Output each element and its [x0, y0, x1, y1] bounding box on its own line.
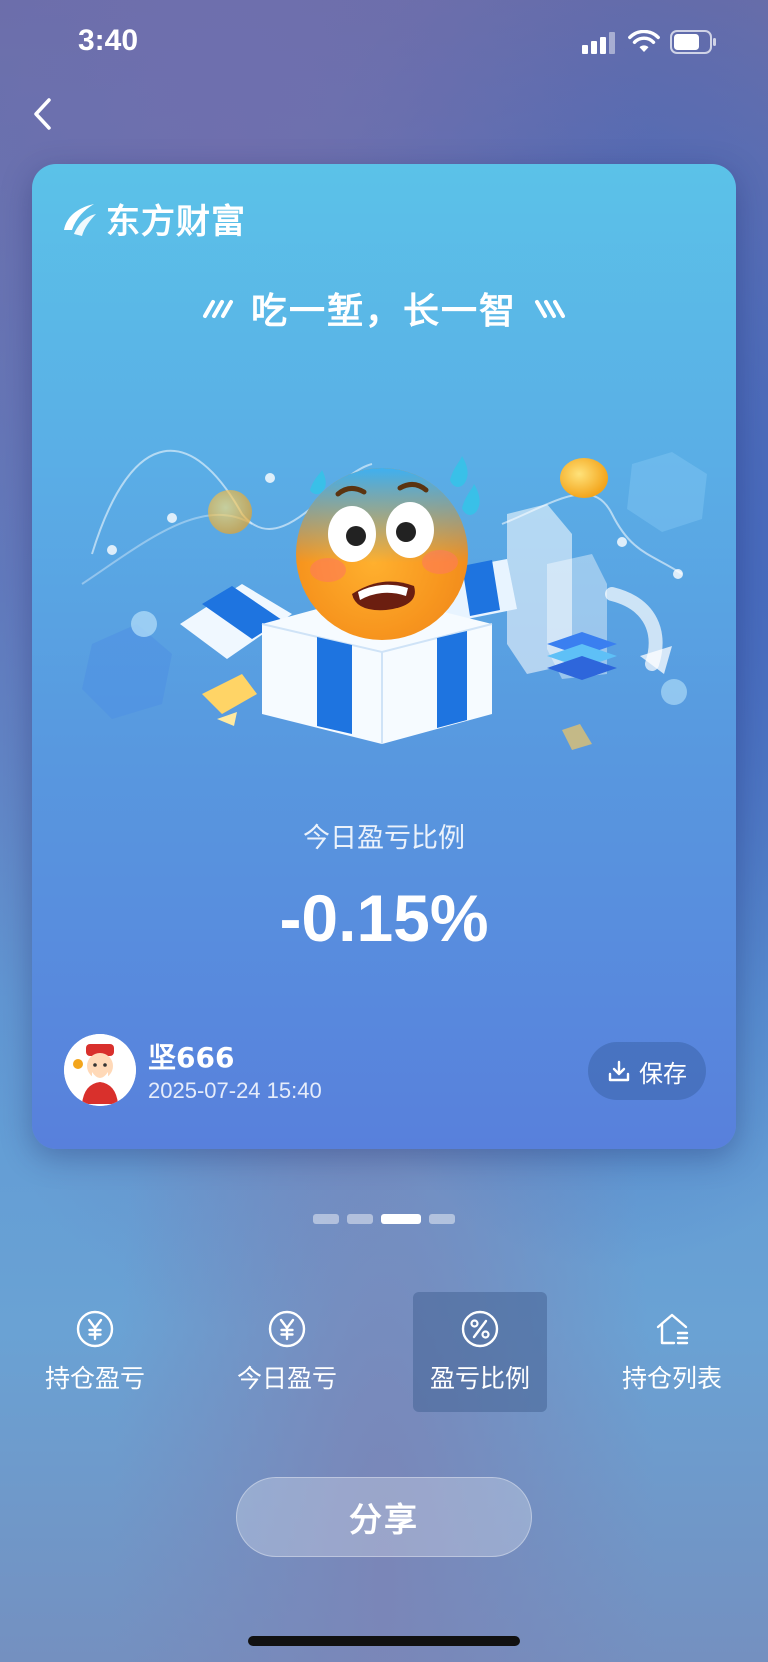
- pager-dot[interactable]: [313, 1214, 339, 1224]
- back-button[interactable]: [22, 92, 62, 136]
- share-timestamp: 2025-07-24 15:40: [148, 1078, 322, 1103]
- card-type-tabs: 持仓盈亏 今日盈亏 盈亏比例 持仓列表: [0, 1292, 768, 1412]
- card-pager: [0, 1214, 768, 1224]
- save-button[interactable]: 保存: [588, 1042, 706, 1100]
- brand-name: 东方财富: [106, 204, 246, 241]
- status-bar: 3:40: [0, 0, 768, 90]
- share-button[interactable]: 分享: [236, 1477, 532, 1557]
- tab-label: 盈亏比例: [429, 1364, 530, 1393]
- slash-decoration-right-icon: [535, 300, 565, 318]
- home-indicator: [248, 1636, 520, 1646]
- god-of-wealth-avatar-icon: [64, 1034, 136, 1106]
- battery-icon: [670, 30, 716, 54]
- user-name: 坚666: [148, 1041, 235, 1074]
- brand: 东方财富: [60, 194, 246, 243]
- tab-label: 今日盈亏: [236, 1364, 337, 1393]
- tab-holding-pnl[interactable]: 持仓盈亏: [28, 1292, 162, 1412]
- save-button-label: 保存: [639, 1059, 687, 1088]
- slash-decoration-left-icon: [202, 300, 233, 318]
- today-pnl-ratio-value: -0.15%: [279, 881, 489, 955]
- share-card: 东方财富 吃一堑，长一智 今日盈亏比例 -0.15% 坚666 2025-07-…: [32, 164, 736, 1149]
- tab-holding-list[interactable]: 持仓列表: [605, 1292, 739, 1412]
- wifi-icon: [628, 30, 660, 52]
- pager-dot[interactable]: [347, 1214, 373, 1224]
- eastmoney-logo-icon: [64, 203, 96, 236]
- yen-circle-icon: [76, 1310, 114, 1348]
- tab-label: 持仓列表: [621, 1364, 722, 1393]
- status-time: 3:40: [78, 24, 139, 57]
- today-pnl-ratio-label: 今日盈亏比例: [303, 823, 465, 854]
- slogan-row: 吃一堑，长一智: [32, 282, 736, 334]
- percent-circle-icon: [461, 1310, 499, 1348]
- download-icon: [608, 1060, 630, 1082]
- pager-dot[interactable]: [429, 1214, 455, 1224]
- tab-today-pnl[interactable]: 今日盈亏: [220, 1292, 354, 1412]
- cellular-signal-icon: [582, 32, 615, 54]
- tab-pnl-ratio[interactable]: 盈亏比例: [413, 1292, 547, 1412]
- yen-circle-icon: [268, 1310, 306, 1348]
- chevron-left-icon: [34, 98, 51, 130]
- tab-label: 持仓盈亏: [44, 1364, 145, 1393]
- slogan: 吃一堑，长一智: [250, 291, 517, 332]
- shocked-emoji-gift-box-illustration: [81, 449, 707, 750]
- pager-dot-active[interactable]: [381, 1214, 421, 1224]
- avatar: [64, 1034, 136, 1106]
- house-list-icon: [656, 1313, 689, 1345]
